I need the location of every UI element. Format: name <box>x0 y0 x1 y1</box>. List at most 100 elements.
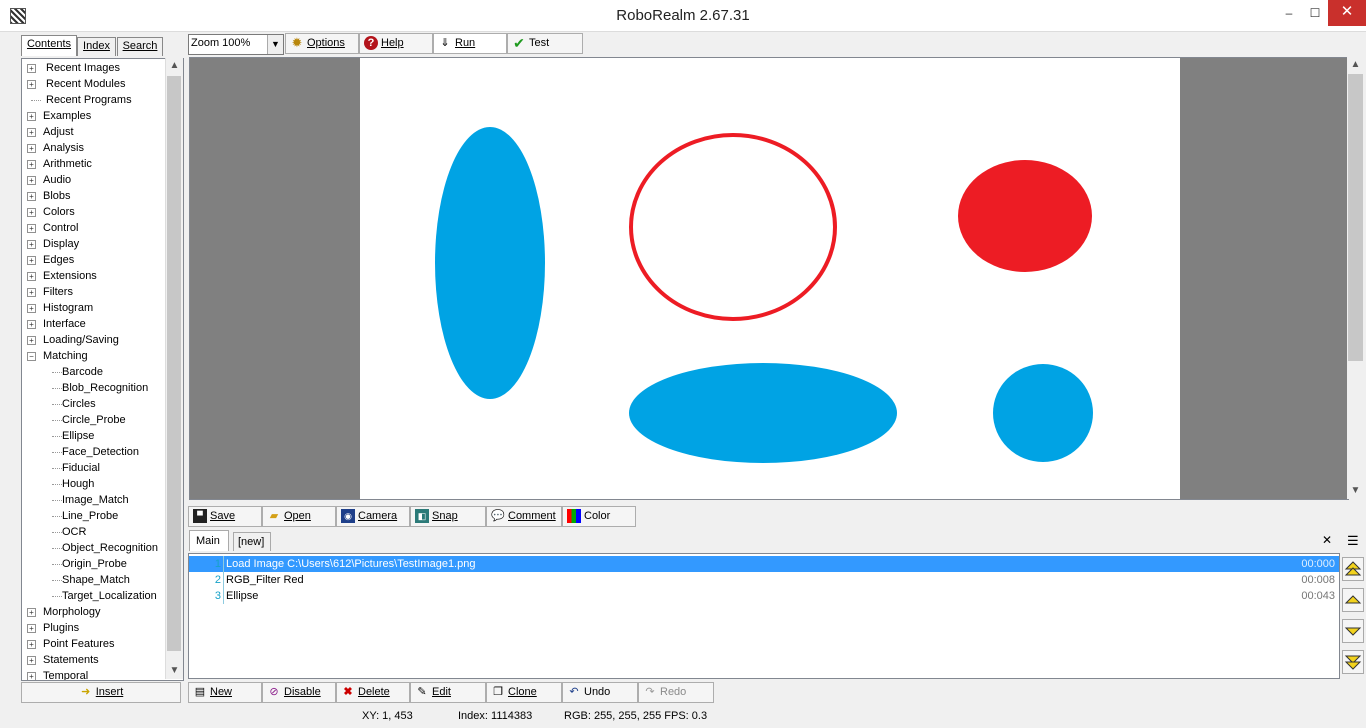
move-up-button[interactable] <box>1342 588 1364 612</box>
expand-icon[interactable]: + <box>27 336 36 345</box>
maximize-button[interactable]: ☐ <box>1302 0 1328 26</box>
tree-item[interactable]: + Examples <box>22 108 183 124</box>
insert-button[interactable]: ➜ Insert <box>21 682 181 703</box>
tree-item[interactable]: Shape_Match <box>22 572 183 588</box>
tree-item[interactable]: + Extensions <box>22 268 183 284</box>
tree-item[interactable]: + Adjust <box>22 124 183 140</box>
comment-button[interactable]: 💬 Comment <box>486 506 562 527</box>
expand-icon[interactable]: + <box>27 640 36 649</box>
expand-icon[interactable]: + <box>27 656 36 665</box>
scroll-up-icon[interactable]: ▲ <box>166 58 183 74</box>
expand-icon[interactable]: + <box>27 160 36 169</box>
image-canvas[interactable] <box>360 58 1180 499</box>
tree-item[interactable]: + Interface <box>22 316 183 332</box>
close-tab-icon[interactable]: ✕ <box>1322 533 1332 547</box>
expand-icon[interactable]: + <box>27 240 36 249</box>
tree-scrollbar[interactable]: ▲ ▼ <box>165 58 183 679</box>
tab-main[interactable]: Main <box>189 530 229 551</box>
pipeline-row[interactable]: 1 Load Image C:\Users\612\Pictures\TestIm… <box>189 556 1339 572</box>
zoom-select[interactable]: Zoom 100% ▼ <box>188 34 284 55</box>
tree-item[interactable]: Face_Detection <box>22 444 183 460</box>
tree-item[interactable]: + Control <box>22 220 183 236</box>
expand-icon[interactable]: + <box>27 112 36 121</box>
tree-item[interactable]: Barcode <box>22 364 183 380</box>
tree-item[interactable]: + Morphology <box>22 604 183 620</box>
menu-icon[interactable]: ☰ <box>1347 533 1359 549</box>
expand-icon[interactable]: + <box>27 608 36 617</box>
pipeline-row[interactable]: 3 Ellipse 00:043 <box>189 588 1339 604</box>
tree-item[interactable]: + Plugins <box>22 620 183 636</box>
minimize-button[interactable]: – <box>1276 0 1302 26</box>
save-button[interactable]: ▀ Save <box>188 506 262 527</box>
expand-icon[interactable]: + <box>27 128 36 137</box>
tree-item[interactable]: + Temporal <box>22 668 183 680</box>
move-bottom-button[interactable] <box>1342 650 1364 674</box>
expand-icon[interactable]: + <box>27 624 36 633</box>
options-button[interactable]: ✹ Options <box>285 33 359 54</box>
move-top-button[interactable] <box>1342 557 1364 581</box>
scroll-up-icon[interactable]: ▲ <box>1347 57 1364 73</box>
expand-icon[interactable]: + <box>27 192 36 201</box>
expand-icon[interactable]: + <box>27 256 36 265</box>
expand-icon[interactable]: + <box>27 64 36 73</box>
tree-item[interactable]: OCR <box>22 524 183 540</box>
tree-item[interactable]: + Recent Images <box>22 60 183 76</box>
tree-item[interactable]: + Point Features <box>22 636 183 652</box>
tree-item[interactable]: Object_Recognition <box>22 540 183 556</box>
tree-item[interactable]: + Blobs <box>22 188 183 204</box>
tree-item[interactable]: + Display <box>22 236 183 252</box>
disable-button[interactable]: ⊘ Disable <box>262 682 336 703</box>
tree-item[interactable]: Fiducial <box>22 460 183 476</box>
tree-item[interactable]: Circles <box>22 396 183 412</box>
tree-scroll-thumb[interactable] <box>167 76 181 651</box>
run-button[interactable]: ⇓ Run <box>433 33 507 54</box>
tab-search[interactable]: Search <box>117 37 163 56</box>
clone-button[interactable]: ❐ Clone <box>486 682 562 703</box>
new-button[interactable]: ▤ New <box>188 682 262 703</box>
scroll-down-icon[interactable]: ▼ <box>1347 483 1364 499</box>
test-button[interactable]: ✔ Test <box>507 33 583 54</box>
chevron-down-icon[interactable]: ▼ <box>267 35 283 54</box>
help-button[interactable]: ? Help <box>359 33 433 54</box>
tab-contents[interactable]: Contents <box>21 35 77 56</box>
move-down-button[interactable] <box>1342 619 1364 643</box>
tree-item[interactable]: + Colors <box>22 204 183 220</box>
pipeline-list[interactable]: 1 Load Image C:\Users\612\Pictures\TestIm… <box>188 553 1340 679</box>
tree-item[interactable]: + Histogram <box>22 300 183 316</box>
pipeline-row[interactable]: 2 RGB_Filter Red 00:008 <box>189 572 1339 588</box>
scroll-down-icon[interactable]: ▼ <box>166 663 183 679</box>
tree-item[interactable]: + Loading/Saving <box>22 332 183 348</box>
delete-button[interactable]: ✖ Delete <box>336 682 410 703</box>
open-button[interactable]: ▰ Open <box>262 506 336 527</box>
expand-icon[interactable]: + <box>27 224 36 233</box>
tree-item[interactable]: + Arithmetic <box>22 156 183 172</box>
expand-icon[interactable]: + <box>27 304 36 313</box>
undo-button[interactable]: ↶ Undo <box>562 682 638 703</box>
tree-item[interactable]: Ellipse <box>22 428 183 444</box>
close-button[interactable]: ✕ <box>1328 0 1366 26</box>
tree-item[interactable]: + Edges <box>22 252 183 268</box>
expand-icon[interactable]: + <box>27 320 36 329</box>
expand-icon[interactable]: + <box>27 288 36 297</box>
edit-button[interactable]: ✎ Edit <box>410 682 486 703</box>
expand-icon[interactable]: + <box>27 176 36 185</box>
expand-icon[interactable]: + <box>27 672 36 680</box>
tree-item[interactable]: Circle_Probe <box>22 412 183 428</box>
expand-icon[interactable]: + <box>27 144 36 153</box>
image-scrollbar[interactable]: ▲ ▼ <box>1347 57 1364 499</box>
module-tree[interactable]: + Recent Images + Recent Modules Recent Prog… <box>21 58 184 681</box>
color-button[interactable]: Color <box>562 506 636 527</box>
camera-button[interactable]: ◉ Camera <box>336 506 410 527</box>
collapse-icon[interactable]: − <box>27 352 36 361</box>
tree-item[interactable]: + Audio <box>22 172 183 188</box>
tree-item[interactable]: Line_Probe <box>22 508 183 524</box>
expand-icon[interactable]: + <box>27 272 36 281</box>
tree-item[interactable]: Blob_Recognition <box>22 380 183 396</box>
tab-new[interactable]: [new] <box>233 532 271 551</box>
image-scroll-thumb[interactable] <box>1348 74 1363 361</box>
image-viewer[interactable] <box>189 57 1349 500</box>
tree-item[interactable]: + Filters <box>22 284 183 300</box>
redo-button[interactable]: ↷ Redo <box>638 682 714 703</box>
tree-item[interactable]: − Matching <box>22 348 183 364</box>
expand-icon[interactable]: + <box>27 80 36 89</box>
